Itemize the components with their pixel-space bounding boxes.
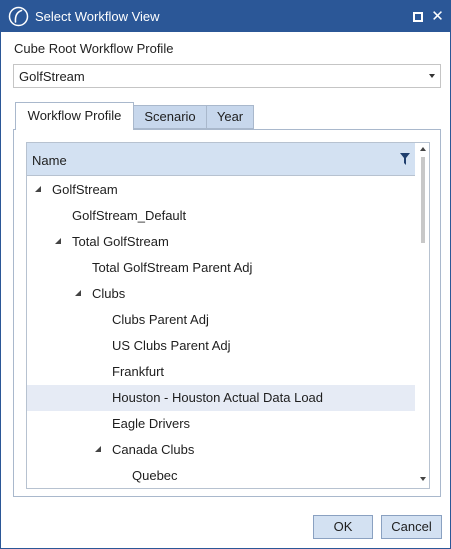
title-bar[interactable]: Select Workflow View ✕ — [1, 1, 450, 32]
tree-row-label: Clubs — [92, 286, 126, 301]
tree-row-label: Clubs Parent Adj — [112, 312, 209, 327]
tree-row[interactable]: GolfStream_Default — [27, 203, 415, 229]
tree-row[interactable]: Total GolfStream Parent Adj — [27, 255, 415, 281]
tab-workflow-profile[interactable]: Workflow Profile — [15, 102, 134, 130]
tree-row[interactable]: Quebec — [27, 463, 415, 488]
workflow-tree: Name GolfStream GolfStream_Default Total… — [26, 142, 430, 489]
scroll-down-arrow-icon[interactable] — [420, 477, 426, 481]
tree-row-label: Total GolfStream Parent Adj — [92, 260, 253, 275]
tree-row[interactable]: US Clubs Parent Adj — [27, 333, 415, 359]
tree-row-label: GolfStream — [52, 182, 118, 197]
tree-row[interactable]: Clubs — [27, 281, 415, 307]
tree-row-label: GolfStream_Default — [72, 208, 187, 223]
filter-icon[interactable] — [400, 153, 410, 165]
tree-row[interactable]: Eagle Drivers — [27, 411, 415, 437]
vertical-scrollbar[interactable] — [417, 143, 429, 488]
tree-column-header[interactable]: Name — [27, 143, 415, 176]
select-workflow-view-dialog: Select Workflow View ✕ Cube Root Workflo… — [0, 0, 451, 549]
scroll-up-arrow-icon[interactable] — [420, 147, 426, 151]
cube-root-label: Cube Root Workflow Profile — [14, 41, 174, 56]
maximize-button[interactable] — [411, 9, 426, 24]
onestream-logo-icon — [8, 6, 29, 27]
expanded-arrow-icon[interactable] — [35, 186, 41, 192]
chevron-down-icon — [429, 74, 435, 78]
tab-scenario[interactable]: Scenario — [133, 105, 207, 129]
scroll-thumb[interactable] — [421, 157, 425, 243]
cancel-button[interactable]: Cancel — [381, 515, 442, 539]
tree-row-label: Canada Clubs — [112, 442, 195, 457]
name-column-label: Name — [32, 153, 67, 168]
tree-row-label: Quebec — [132, 468, 178, 483]
tree-rows: GolfStream GolfStream_Default Total Golf… — [27, 177, 415, 488]
tree-row-label: Total GolfStream — [72, 234, 169, 249]
tree-row-label: Frankfurt — [112, 364, 165, 379]
cube-root-selected-value: GolfStream — [19, 69, 85, 84]
tree-row-selected[interactable]: Houston - Houston Actual Data Load — [27, 385, 415, 411]
dialog-title: Select Workflow View — [35, 9, 160, 24]
cube-root-dropdown[interactable]: GolfStream — [13, 64, 441, 88]
expanded-arrow-icon[interactable] — [95, 446, 101, 452]
tree-row[interactable]: Total GolfStream — [27, 229, 415, 255]
expanded-arrow-icon[interactable] — [55, 238, 61, 244]
maximize-icon — [413, 12, 423, 22]
close-button[interactable]: ✕ — [429, 8, 446, 25]
expanded-arrow-icon[interactable] — [75, 290, 81, 296]
tree-row-label: Houston - Houston Actual Data Load — [112, 390, 324, 405]
close-icon: ✕ — [431, 8, 444, 25]
tree-row-label: Eagle Drivers — [112, 416, 191, 431]
tree-row[interactable]: Canada Clubs — [27, 437, 415, 463]
tree-row[interactable]: Frankfurt — [27, 359, 415, 385]
tree-row[interactable]: Clubs Parent Adj — [27, 307, 415, 333]
tree-row[interactable]: GolfStream — [27, 177, 415, 203]
tab-year[interactable]: Year — [206, 105, 254, 129]
ok-button[interactable]: OK — [313, 515, 373, 539]
workflow-profile-panel: Name GolfStream GolfStream_Default Total… — [13, 129, 441, 497]
tree-row-label: US Clubs Parent Adj — [112, 338, 231, 353]
